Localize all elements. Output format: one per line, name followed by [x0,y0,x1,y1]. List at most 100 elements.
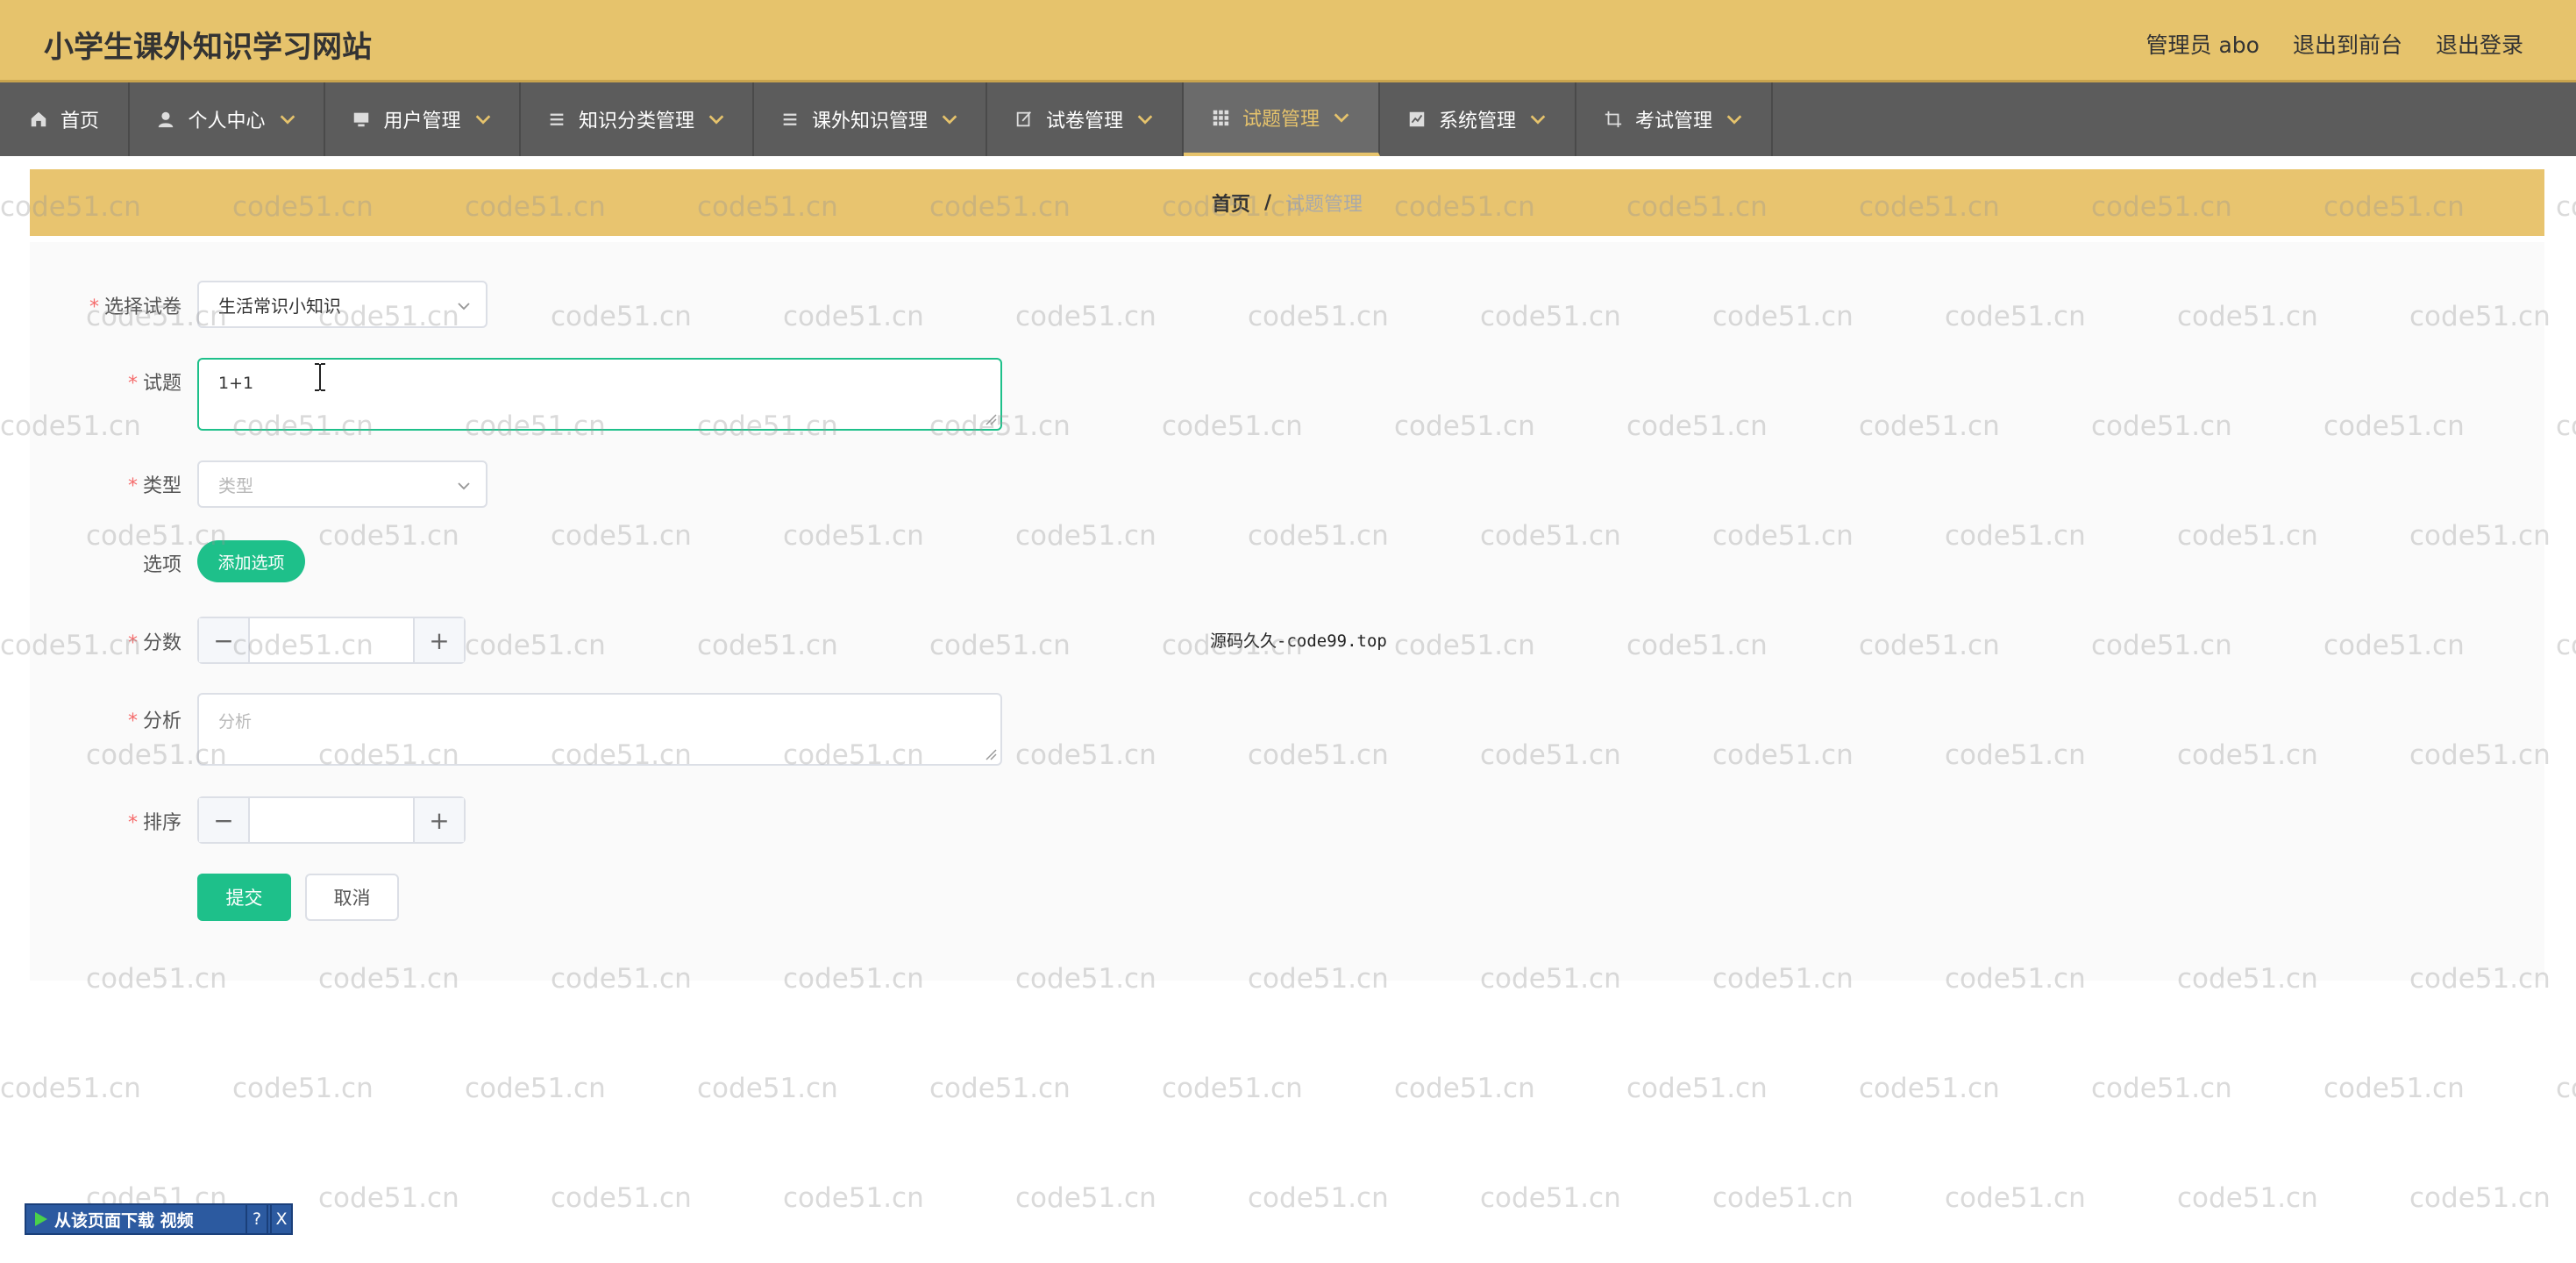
chevron-down-icon [1726,115,1742,125]
watermark-text: code51.cn [929,1073,1071,1104]
analysis-placeholder: 分析 [218,712,253,731]
download-video-label: 从该页面下载 视频 [54,1210,194,1231]
paper-select[interactable]: 生活常识小知识 [197,281,487,328]
question-text: 1+1 [218,374,254,393]
list-icon [550,113,564,125]
breadcrumb-home[interactable]: 首页 [1212,189,1250,217]
submit-button[interactable]: 提交 [197,874,291,921]
menu-item-personal-center[interactable]: 个人中心 [130,82,325,156]
menu-item-extracurricular-knowledge[interactable]: 课外知识管理 [754,82,987,156]
menu-item-label: 试卷管理 [1045,111,1123,132]
watermark-text: code51.cn [1480,1182,1621,1214]
score-increment-button[interactable]: + [413,618,464,662]
score-input[interactable] [250,618,413,662]
download-close-button[interactable]: X [270,1203,293,1235]
type-select[interactable]: 类型 [197,460,487,508]
watermark-text: code51.cn [318,1182,459,1214]
watermark-text: code51.cn [1712,1182,1854,1214]
grid-icon [1213,110,1229,126]
menu-item-paper-management[interactable]: 试卷管理 [987,82,1184,156]
watermark-text: code51.cn [1015,1182,1156,1214]
score-label: * 分数 [127,632,181,654]
list-icon [783,113,797,125]
breadcrumb-separator: / [1263,191,1272,214]
menu-item-label: 系统管理 [1438,111,1516,132]
menu-item-question-management[interactable]: 试题管理 [1184,82,1380,156]
exit-to-frontend-link[interactable]: 退出到前台 [2293,28,2402,60]
watermark-text: code51.cn [551,1182,692,1214]
chevron-down-icon [942,115,957,125]
chevron-down-icon [708,115,724,125]
menu-item-user-management[interactable]: 用户管理 [325,82,521,156]
chart-icon [1409,111,1425,127]
paper-select-value: 生活常识小知识 [218,295,341,317]
cancel-button[interactable]: 取消 [305,874,399,921]
watermark-text: code51.cn [1945,1182,2086,1214]
watermark-text: code51.cn [465,1073,606,1104]
breadcrumb: 首页 / 试题管理 [30,169,2544,236]
form-panel: * 选择试卷 生活常识小知识 * 试题 1+1 * 类型 类型 选项 添加选项 * 分数… [30,242,2544,981]
menu-item-label: 考试管理 [1634,111,1712,132]
watermark-text: code51.cn [2556,1073,2576,1104]
chevron-down-icon [475,115,490,125]
order-increment-button[interactable]: + [413,798,464,842]
paper-label: * 选择试卷 [89,296,181,318]
admin-label: 管理员 abo [2145,32,2259,58]
order-input[interactable] [250,798,413,842]
site-title: 小学生课外知识学习网站 [44,30,372,65]
menu-item-label: 个人中心 [188,111,266,132]
crop-icon [1605,111,1622,128]
monitor-icon [354,112,369,127]
type-select-placeholder: 类型 [218,475,253,496]
options-label: 选项 [142,554,181,576]
chevron-down-icon [1137,115,1153,125]
menu-item-label: 用户管理 [383,111,461,132]
top-header: 小学生课外知识学习网站 管理员 abo 退出到前台 退出登录 [0,0,2576,82]
watermark-text: code51.cn [2177,1182,2318,1214]
add-option-button[interactable]: 添加选项 [197,540,305,582]
score-stepper[interactable]: − + [197,617,466,664]
watermark-text: code51.cn [2091,1073,2232,1104]
chevron-down-icon [1334,113,1349,123]
watermark-text: code51.cn [2323,1073,2465,1104]
type-label: * 类型 [127,475,181,497]
question-label: * 试题 [127,373,181,395]
analysis-textarea[interactable]: 分析 [197,693,1002,766]
chevron-down-icon [1530,115,1546,125]
chevron-down-icon [280,115,295,125]
menu-item-label: 知识分类管理 [578,111,694,132]
analysis-label: * 分析 [127,710,181,732]
top-nav: 管理员 abo 退出到前台 退出登录 [2146,28,2523,60]
menu-item-label: 首页 [60,111,99,132]
home-icon [31,111,46,127]
menu-item-label: 课外知识管理 [811,111,928,132]
breadcrumb-current: 试题管理 [1285,194,1363,216]
chevron-down-icon [458,482,470,490]
menu-item-exam-management[interactable]: 考试管理 [1576,82,1773,156]
watermark-text: code51.cn [1626,1073,1768,1104]
logout-link[interactable]: 退出登录 [2436,28,2523,60]
overlay-note: 源码久久-code99.top [1210,632,1387,651]
watermark-text: code51.cn [2556,191,2576,223]
chevron-down-icon [458,303,470,310]
menu-item-knowledge-category[interactable]: 知识分类管理 [521,82,754,156]
main-menu: 首页 个人中心 用户管理 知识分类管理 课外知识管理 试卷管理 试题管理 系统管… [0,82,2576,156]
watermark-text: code51.cn [697,1073,838,1104]
menu-item-home[interactable]: 首页 [0,82,130,156]
resize-grip-icon[interactable] [985,413,997,425]
watermark-text: code51.cn [2409,1182,2551,1214]
menu-item-system-management[interactable]: 系统管理 [1380,82,1576,156]
watermark-text: code51.cn [1859,1073,2000,1104]
watermark-text: code51.cn [1394,1073,1535,1104]
menu-item-label: 试题管理 [1242,109,1320,131]
watermark-text: code51.cn [783,1182,924,1214]
watermark-text: code51.cn [232,1073,374,1104]
download-help-button[interactable]: ? [246,1203,268,1235]
resize-grip-icon[interactable] [985,748,997,760]
order-decrement-button[interactable]: − [199,798,250,842]
order-stepper[interactable]: − + [197,796,466,844]
watermark-text: code51.cn [2556,630,2576,661]
score-decrement-button[interactable]: − [199,618,250,662]
play-icon [35,1212,47,1226]
watermark-text: code51.cn [2556,410,2576,442]
